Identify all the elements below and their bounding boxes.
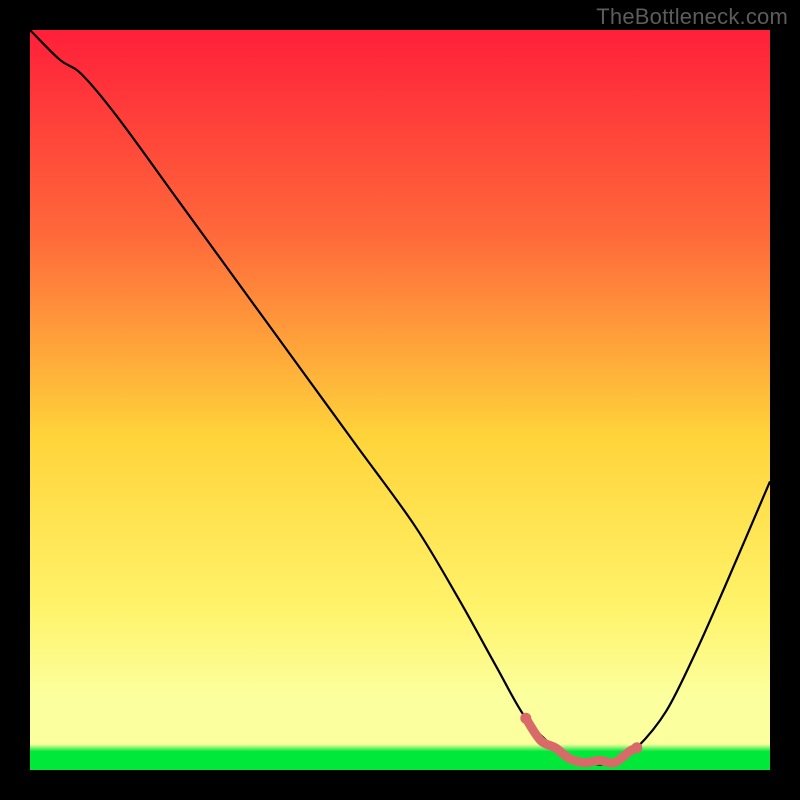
plot-area (30, 30, 770, 770)
chart-svg (0, 0, 800, 800)
highlight-endpoint (631, 742, 642, 753)
chart-container: TheBottleneck.com (0, 0, 800, 800)
watermark-text: TheBottleneck.com (596, 4, 788, 30)
highlight-endpoint (520, 713, 531, 724)
